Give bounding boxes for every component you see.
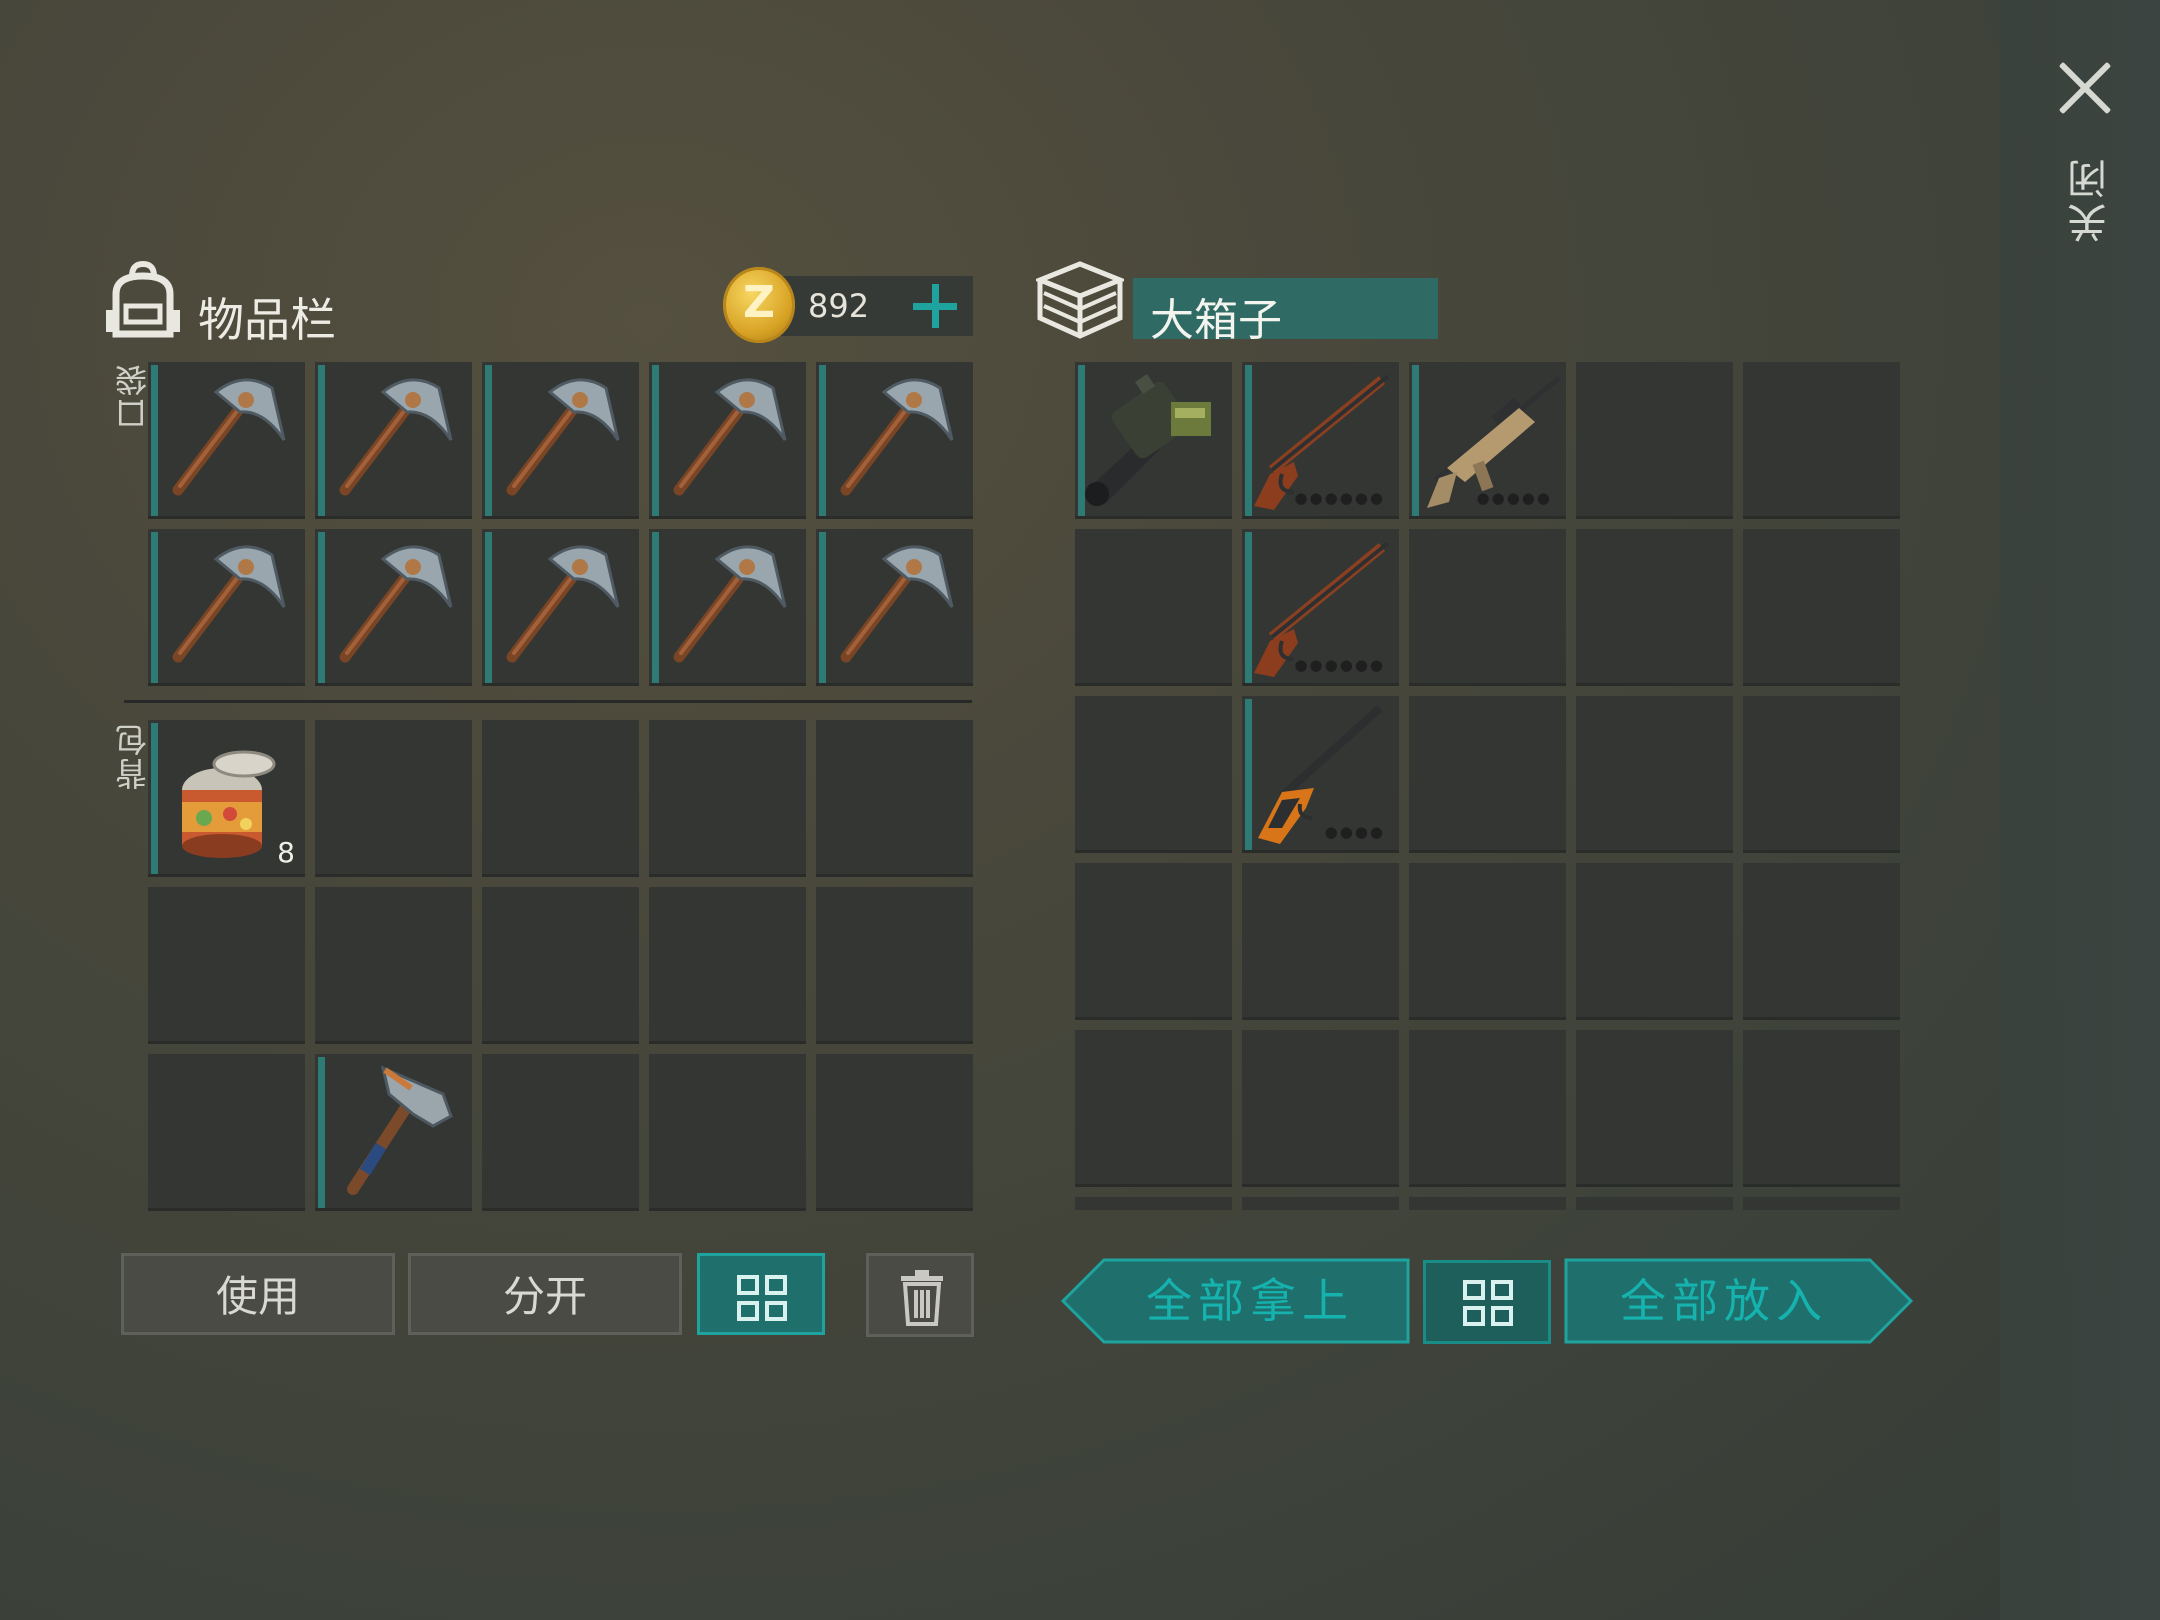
- storage-slot[interactable]: [1576, 1197, 1733, 1210]
- split-button[interactable]: 分开: [408, 1253, 682, 1335]
- storage-slot[interactable]: [1743, 529, 1900, 686]
- storage-title: 大箱子: [1150, 295, 1282, 346]
- storage-slot[interactable]: [1242, 1197, 1399, 1210]
- use-button[interactable]: 使用: [121, 1253, 395, 1335]
- storage-slot[interactable]: [1743, 1197, 1900, 1210]
- ammo-dots: ●●●●: [1324, 823, 1385, 841]
- add-currency-button[interactable]: [907, 276, 963, 336]
- backpack-slot[interactable]: [315, 887, 472, 1044]
- storage-grid: ●●●●●● ●●●●● ●●●●●● ●●●●: [1075, 362, 1900, 1210]
- pickaxe-icon: [673, 545, 787, 663]
- sort-grid-button[interactable]: [697, 1253, 825, 1335]
- storage-slot[interactable]: ●●●●●: [1409, 362, 1566, 519]
- pocket-slot[interactable]: [315, 362, 472, 519]
- crate-icon: [1036, 261, 1124, 339]
- backpack-slot[interactable]: [649, 887, 806, 1044]
- backpack-slot[interactable]: [315, 720, 472, 877]
- close-label[interactable]: 关闭: [2062, 155, 2114, 243]
- storage-slot[interactable]: [1409, 863, 1566, 1020]
- pocket-slot[interactable]: [816, 529, 973, 686]
- storage-slot[interactable]: [1576, 696, 1733, 853]
- section-divider: [124, 700, 972, 703]
- take-all-label: 全部拿上: [1146, 1274, 1354, 1328]
- backpack-slot[interactable]: [315, 1054, 472, 1211]
- storage-slot[interactable]: [1075, 863, 1232, 1020]
- item-count: 8: [277, 836, 295, 869]
- storage-slot[interactable]: [1743, 362, 1900, 519]
- backpack-slot[interactable]: [148, 887, 305, 1044]
- backpack-slot[interactable]: [649, 1054, 806, 1211]
- storage-slot[interactable]: [1075, 1197, 1232, 1210]
- storage-slot[interactable]: [1743, 863, 1900, 1020]
- backpack-slot[interactable]: [482, 1054, 639, 1211]
- grid-icon: [737, 1275, 787, 1321]
- storage-slot[interactable]: [1576, 1030, 1733, 1187]
- grid-icon: [1463, 1280, 1513, 1326]
- storage-slot[interactable]: [1242, 863, 1399, 1020]
- pickaxe-icon: [673, 378, 787, 496]
- backpack-slot[interactable]: [816, 887, 973, 1044]
- pocket-grid: [148, 362, 973, 686]
- storage-slot[interactable]: [1743, 696, 1900, 853]
- pocket-slot[interactable]: [482, 529, 639, 686]
- storage-slot[interactable]: ●●●●: [1242, 696, 1399, 853]
- pocket-slot[interactable]: [148, 362, 305, 519]
- backpack-icon: [106, 260, 180, 338]
- ammo-dots: ●●●●●: [1476, 489, 1552, 507]
- backpack-slot[interactable]: [148, 1054, 305, 1211]
- pocket-slot[interactable]: [816, 362, 973, 519]
- ammo-dots: ●●●●●●: [1294, 656, 1385, 674]
- put-all-button[interactable]: 全部放入: [1564, 1258, 1914, 1344]
- storage-slot[interactable]: [1075, 1030, 1232, 1187]
- storage-sort-button[interactable]: [1423, 1260, 1551, 1344]
- storage-slot[interactable]: ●●●●●●: [1242, 529, 1399, 686]
- pickaxe-icon: [172, 545, 286, 663]
- pickaxe-icon: [840, 545, 954, 663]
- hammer-icon: [347, 1065, 453, 1195]
- backpack-slot[interactable]: [482, 720, 639, 877]
- put-all-label: 全部放入: [1620, 1274, 1828, 1328]
- backpack-slot[interactable]: [482, 887, 639, 1044]
- coin-icon: Z: [723, 267, 795, 343]
- side-panel: [2000, 0, 2160, 1620]
- pocket-slot[interactable]: [649, 529, 806, 686]
- backpack-grid: 8: [148, 720, 973, 1211]
- ammo-dots: ●●●●●●: [1294, 489, 1385, 507]
- storage-slot[interactable]: [1075, 529, 1232, 686]
- storage-slot[interactable]: [1576, 863, 1733, 1020]
- backpack-slot[interactable]: [816, 1054, 973, 1211]
- backpack-slot[interactable]: [816, 720, 973, 877]
- currency-value: 892: [808, 287, 870, 325]
- storage-slot[interactable]: [1409, 696, 1566, 853]
- backpack-slot[interactable]: 8: [148, 720, 305, 877]
- close-icon[interactable]: [2055, 58, 2115, 118]
- storage-slot[interactable]: [1075, 362, 1232, 519]
- trash-icon: [901, 1270, 943, 1326]
- pickaxe-icon: [172, 378, 286, 496]
- storage-slot[interactable]: [1576, 362, 1733, 519]
- pocket-slot[interactable]: [315, 529, 472, 686]
- storage-slot[interactable]: ●●●●●●: [1242, 362, 1399, 519]
- pickaxe-icon: [506, 378, 620, 496]
- pickaxe-icon: [339, 378, 453, 496]
- storage-slot[interactable]: [1743, 1030, 1900, 1187]
- pocket-slot[interactable]: [649, 362, 806, 519]
- inventory-title: 物品栏: [198, 293, 336, 347]
- storage-slot[interactable]: [1075, 696, 1232, 853]
- storage-slot[interactable]: [1409, 1030, 1566, 1187]
- pickaxe-icon: [506, 545, 620, 663]
- storage-slot[interactable]: [1409, 529, 1566, 686]
- pocket-slot[interactable]: [148, 529, 305, 686]
- delete-button[interactable]: [866, 1253, 974, 1337]
- storage-slot[interactable]: [1576, 529, 1733, 686]
- storage-slot[interactable]: [1409, 1197, 1566, 1210]
- grenade-launcher-icon: [1085, 374, 1211, 506]
- pocket-slot[interactable]: [482, 362, 639, 519]
- pickaxe-icon: [840, 378, 954, 496]
- pickaxe-icon: [339, 545, 453, 663]
- take-all-button[interactable]: 全部拿上: [1060, 1258, 1410, 1344]
- storage-slot[interactable]: [1242, 1030, 1399, 1187]
- backpack-slot[interactable]: [649, 720, 806, 877]
